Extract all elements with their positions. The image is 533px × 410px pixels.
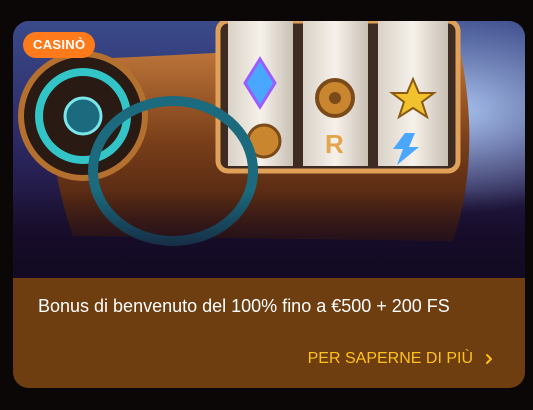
learn-more-label: PER SAPERNE DI PIÙ <box>307 350 473 367</box>
chevron-right-icon <box>486 354 492 364</box>
category-badge: CASINÒ <box>23 32 96 58</box>
slot-machine-illustration: R <box>13 21 525 278</box>
svg-text:R: R <box>325 129 344 159</box>
promo-image: R CASINÒ <box>13 21 525 278</box>
promo-title: Bonus di benvenuto del 100% fino a €500 … <box>38 296 450 316</box>
promo-panel: Bonus di benvenuto del 100% fino a €500 … <box>13 278 525 388</box>
promo-card[interactable]: R CASINÒ Bonus di benvenuto del 100% fin… <box>13 21 525 388</box>
learn-more-link[interactable]: PER SAPERNE DI PIÙ <box>308 350 495 368</box>
